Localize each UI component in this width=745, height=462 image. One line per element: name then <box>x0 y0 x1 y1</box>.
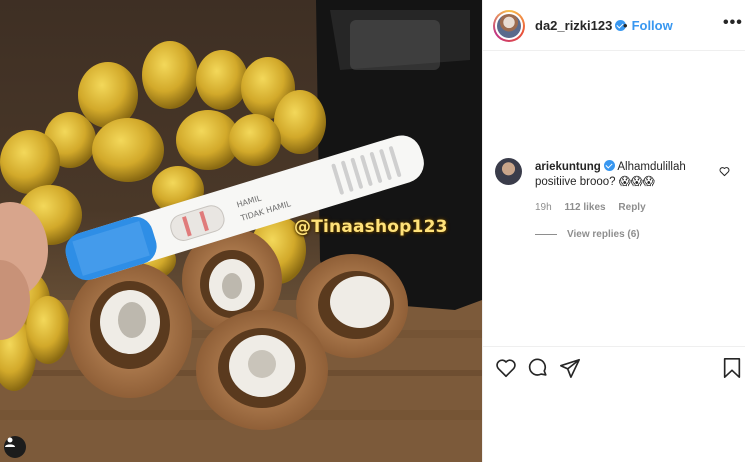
follow-button[interactable]: • Follow <box>623 18 673 33</box>
more-options-icon[interactable]: ••• <box>723 14 743 32</box>
post-photo[interactable]: HAMIL TIDAK HAMIL @Tinaashop123 <box>0 0 482 462</box>
view-replies-button[interactable]: View replies (6) <box>535 229 640 240</box>
comment-meta: 19h 112 likes Reply <box>535 202 656 213</box>
photo-watermark: @Tinaashop123 <box>294 217 448 237</box>
post-side-panel: da2_rizki123 • Follow ••• ariekuntung Alh… <box>482 0 745 462</box>
heart-icon[interactable] <box>495 357 517 379</box>
user-tag-icon <box>5 437 15 447</box>
reply-button[interactable]: Reply <box>618 202 645 213</box>
comment-body: ariekuntung Alhamdulillah positiive broo… <box>535 160 720 190</box>
comment-likes[interactable]: 112 likes <box>564 202 605 213</box>
commenter-avatar[interactable] <box>495 158 522 185</box>
action-bar <box>483 346 745 388</box>
bookmark-icon[interactable] <box>722 357 742 379</box>
author-username[interactable]: da2_rizki123 <box>535 18 627 33</box>
comment-time: 19h <box>535 202 552 213</box>
share-icon[interactable] <box>559 357 581 379</box>
commenter-username[interactable]: ariekuntung <box>535 160 615 173</box>
replies-divider <box>535 234 557 235</box>
comment-icon[interactable] <box>527 357 549 379</box>
user-tag-button[interactable] <box>4 436 26 458</box>
author-avatar[interactable] <box>493 10 525 42</box>
post-header: da2_rizki123 • Follow ••• <box>483 0 745 51</box>
verified-icon <box>603 160 615 171</box>
comment-like-heart-icon[interactable] <box>719 166 730 177</box>
